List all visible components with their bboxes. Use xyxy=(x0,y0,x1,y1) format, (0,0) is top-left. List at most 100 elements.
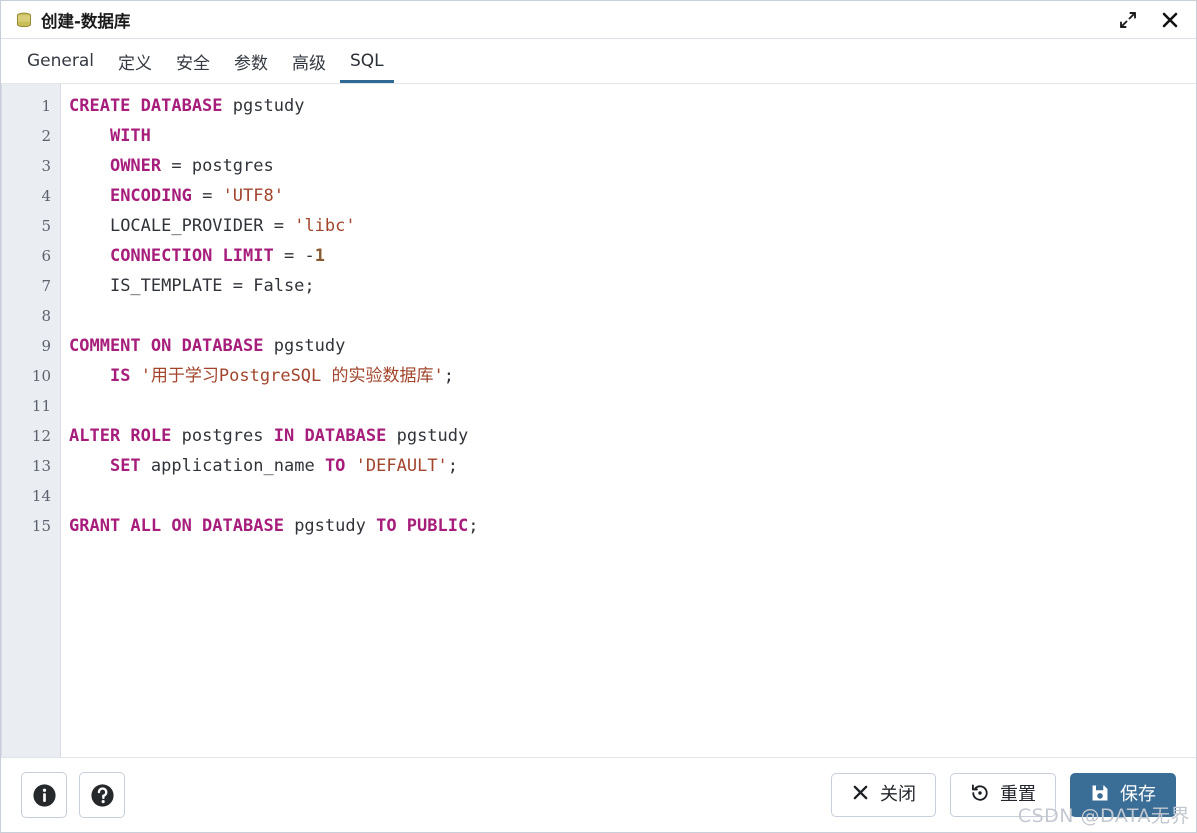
code-line: GRANT ALL ON DATABASE pgstudy TO PUBLIC; xyxy=(69,511,1196,541)
close-button-label: 关闭 xyxy=(880,784,916,805)
code-token: '用于学习PostgreSQL 的实验数据库' xyxy=(140,366,444,386)
code-token: ENCODING xyxy=(109,186,192,206)
code-token: = xyxy=(191,186,223,206)
code-token: postgres xyxy=(191,156,274,176)
line-number: 7 xyxy=(41,277,51,295)
tab-label: 高级 xyxy=(292,53,326,74)
close-x-icon xyxy=(851,783,870,807)
code-token: CONNECTION LIMIT xyxy=(109,246,274,266)
line-number: 10 xyxy=(31,367,51,385)
save-button-label: 保存 xyxy=(1120,784,1156,805)
code-token: IN DATABASE xyxy=(273,426,387,446)
code-token: application_name xyxy=(150,456,315,476)
code-line: IS '用于学习PostgreSQL 的实验数据库'; xyxy=(69,361,1196,391)
code-token: = xyxy=(273,246,305,266)
line-number: 5 xyxy=(41,217,51,235)
code-token: ; xyxy=(468,516,479,536)
code-token: 1 xyxy=(314,246,325,266)
tab-sql[interactable]: SQL xyxy=(338,39,396,83)
code-token: GRANT ALL ON DATABASE xyxy=(69,516,284,536)
sql-editor[interactable]: 1 2 3 4 5 6 7 8 9 10 11 12 13 14 15 CREATE DATABASE pg… xyxy=(1,84,1196,758)
line-number: 13 xyxy=(31,457,51,475)
line-number: 14 xyxy=(31,487,51,505)
code-token: OWNER xyxy=(109,156,162,176)
code-token: = xyxy=(161,156,192,176)
titlebar-actions xyxy=(1116,8,1182,32)
line-number: 4 xyxy=(41,187,51,205)
code-line: OWNER = postgres xyxy=(69,151,1196,181)
code-token: pgstudy xyxy=(273,336,346,356)
line-number: 2 xyxy=(41,127,51,145)
line-number: 15 xyxy=(31,517,51,535)
code-line: ENCODING = 'UTF8' xyxy=(69,181,1196,211)
tab-definition[interactable]: 定义 xyxy=(106,39,164,83)
tab-general[interactable]: General xyxy=(15,39,106,83)
line-number: 1 xyxy=(41,97,51,115)
code-token: pgstudy xyxy=(232,96,305,116)
code-token: CREATE DATABASE xyxy=(69,96,223,116)
tab-label: 定义 xyxy=(118,53,152,74)
tab-advanced[interactable]: 高级 xyxy=(280,39,338,83)
code-line: IS_TEMPLATE = False; xyxy=(69,271,1196,301)
code-line: SET application_name TO 'DEFAULT'; xyxy=(69,451,1196,481)
line-number: 8 xyxy=(41,307,51,325)
close-x-icon[interactable] xyxy=(1158,8,1182,32)
code-token: IS_TEMPLATE = False; xyxy=(109,276,315,296)
code-line: COMMENT ON DATABASE pgstudy xyxy=(69,331,1196,361)
code-line: LOCALE_PROVIDER = 'libc' xyxy=(69,211,1196,241)
sql-code-area[interactable]: CREATE DATABASE pgstudy WITH OWNER = pos… xyxy=(61,84,1196,757)
tab-parameters[interactable]: 参数 xyxy=(222,39,280,83)
code-line: CREATE DATABASE pgstudy xyxy=(69,91,1196,121)
help-circle-icon[interactable] xyxy=(79,772,125,818)
save-floppy-icon xyxy=(1090,783,1110,808)
code-token: pgstudy xyxy=(396,426,469,446)
dialog-footer: 关闭 重置 保存 xyxy=(1,758,1196,832)
code-token: IS xyxy=(109,366,131,386)
titlebar-left: 创建-数据库 xyxy=(15,8,1116,32)
code-token: TO PUBLIC xyxy=(376,516,469,536)
tab-label: SQL xyxy=(350,51,384,71)
line-number: 9 xyxy=(41,337,51,355)
save-button[interactable]: 保存 xyxy=(1070,773,1176,817)
tab-security[interactable]: 安全 xyxy=(164,39,222,83)
close-button[interactable]: 关闭 xyxy=(831,773,936,817)
code-token: postgres xyxy=(181,426,264,446)
dialog-tabbar: General 定义 安全 参数 高级 SQL xyxy=(1,39,1196,84)
footer-right-actions: 关闭 重置 保存 xyxy=(831,773,1176,817)
editor-line-number-gutter: 1 2 3 4 5 6 7 8 9 10 11 12 13 14 15 xyxy=(1,84,61,757)
code-line: ALTER ROLE postgres IN DATABASE pgstudy xyxy=(69,421,1196,451)
info-circle-icon[interactable] xyxy=(21,772,67,818)
expand-diagonal-icon[interactable] xyxy=(1116,8,1140,32)
reset-button[interactable]: 重置 xyxy=(950,773,1056,817)
code-token: LOCALE_PROVIDER xyxy=(109,216,264,236)
footer-left-actions xyxy=(21,772,125,818)
tab-label: 参数 xyxy=(234,53,268,74)
code-token: WITH xyxy=(109,126,151,146)
code-token: TO xyxy=(324,456,346,476)
code-token: ALTER ROLE xyxy=(69,426,172,446)
line-number: 12 xyxy=(31,427,51,445)
code-token: 'DEFAULT' xyxy=(355,456,448,476)
line-number: 3 xyxy=(41,157,51,175)
dialog-title: 创建-数据库 xyxy=(41,11,131,31)
code-line: WITH xyxy=(69,121,1196,151)
code-token: COMMENT ON DATABASE xyxy=(69,336,264,356)
code-token: = xyxy=(263,216,295,236)
